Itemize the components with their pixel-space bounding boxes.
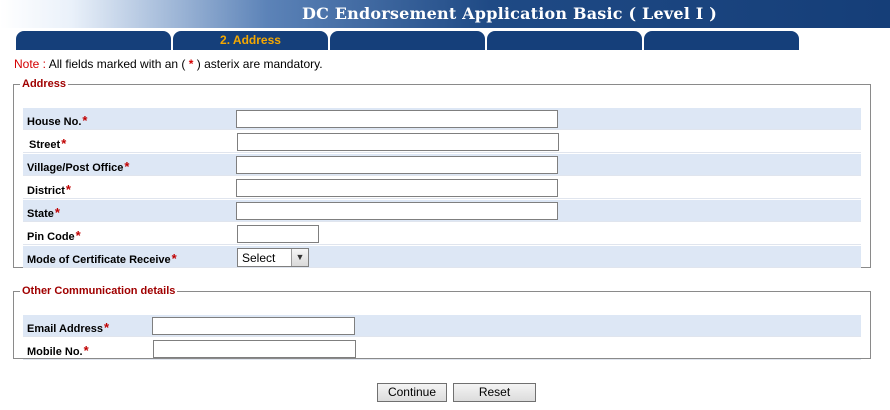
note-text-after: ) asterix are mandatory. bbox=[196, 57, 323, 71]
note-label: Note : bbox=[14, 57, 47, 71]
pin-code-input[interactable] bbox=[237, 225, 319, 243]
email-row: Email Address* bbox=[23, 315, 861, 337]
tab-3[interactable] bbox=[330, 31, 485, 50]
title-bar: DC Endorsement Application Basic ( Level… bbox=[0, 0, 890, 28]
pin-code-label: Pin Code* bbox=[27, 228, 81, 243]
tab-4[interactable] bbox=[487, 31, 642, 50]
district-input[interactable] bbox=[236, 179, 558, 197]
note-text-before: All fields marked with an ( bbox=[48, 57, 186, 71]
mobile-input[interactable] bbox=[153, 340, 356, 358]
mobile-label: Mobile No.* bbox=[27, 343, 89, 358]
certificate-mode-row: Mode of Certificate Receive* Select ▼ bbox=[23, 246, 861, 268]
village-row: Village/Post Office* bbox=[23, 154, 861, 176]
address-fieldset: Address House No.* Street* Village/Post … bbox=[13, 78, 871, 268]
email-label: Email Address* bbox=[27, 320, 110, 335]
village-input[interactable] bbox=[236, 156, 558, 174]
email-input[interactable] bbox=[152, 317, 355, 335]
certificate-mode-value: Select bbox=[242, 251, 276, 265]
house-no-label: House No.* bbox=[27, 113, 88, 128]
district-label: District* bbox=[27, 182, 71, 197]
state-input[interactable] bbox=[236, 202, 558, 220]
communication-fieldset: Other Communication details Email Addres… bbox=[13, 285, 871, 360]
certificate-mode-label: Mode of Certificate Receive* bbox=[27, 251, 177, 266]
address-legend: Address bbox=[22, 78, 67, 90]
communication-legend: Other Communication details bbox=[22, 285, 176, 297]
street-input[interactable] bbox=[237, 133, 559, 151]
village-label: Village/Post Office* bbox=[27, 159, 130, 174]
tab-1[interactable] bbox=[16, 31, 171, 50]
pin-code-row: Pin Code* bbox=[23, 223, 861, 245]
note-star: * bbox=[188, 57, 194, 71]
reset-button[interactable]: Reset bbox=[453, 383, 536, 402]
tab-5[interactable] bbox=[644, 31, 799, 50]
certificate-mode-select[interactable]: Select ▼ bbox=[237, 248, 309, 267]
mobile-row: Mobile No.* bbox=[23, 338, 861, 360]
continue-button[interactable]: Continue bbox=[377, 383, 447, 402]
state-label: State* bbox=[27, 205, 60, 220]
street-label: Street* bbox=[29, 136, 67, 151]
house-no-row: House No.* bbox=[23, 108, 861, 130]
district-row: District* bbox=[23, 177, 861, 199]
house-no-input[interactable] bbox=[236, 110, 558, 128]
street-row: Street* bbox=[23, 131, 861, 153]
state-row: State* bbox=[23, 200, 861, 222]
tab-address[interactable]: 2. Address bbox=[173, 31, 328, 50]
mandatory-note: Note : All fields marked with an ( * ) a… bbox=[14, 57, 323, 71]
chevron-down-icon[interactable]: ▼ bbox=[291, 249, 308, 266]
page-title: DC Endorsement Application Basic ( Level… bbox=[302, 4, 717, 23]
